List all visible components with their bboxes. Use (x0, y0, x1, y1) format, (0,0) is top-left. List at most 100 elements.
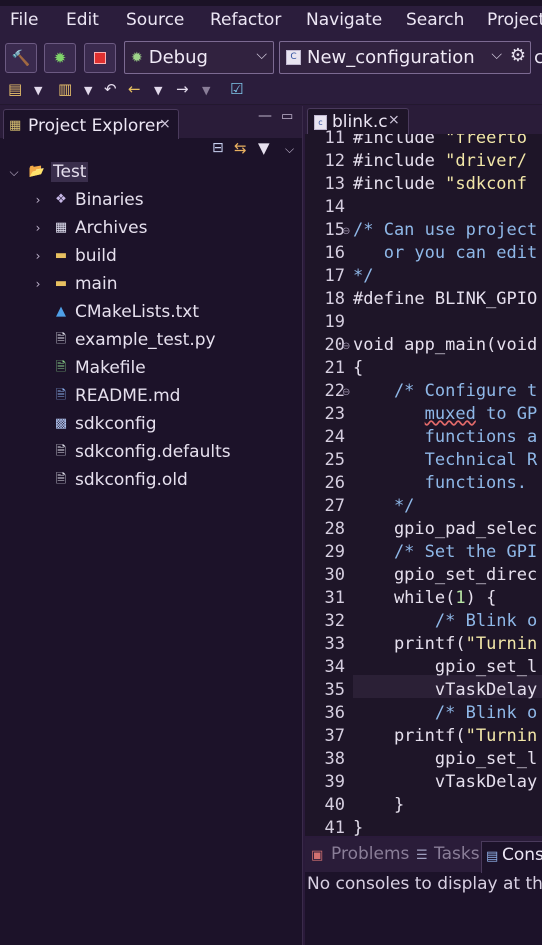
code-line: muxed to GP (424, 404, 538, 424)
fold-toggle-icon[interactable]: ⊖ (342, 387, 350, 398)
tree-project-test[interactable]: ⌵ 📂 Test (6, 159, 89, 185)
menu-edit[interactable]: Edit (66, 10, 99, 30)
chevron-down-icon[interactable]: ▼ (34, 84, 42, 97)
filter-icon[interactable]: ▼ (258, 139, 270, 157)
chevron-right-icon[interactable]: › (30, 249, 46, 263)
line-number: 41 (324, 818, 345, 838)
menu-source[interactable]: Source (126, 10, 184, 30)
project-folder-icon: 📂 (28, 164, 46, 179)
chevron-right-icon[interactable]: › (30, 193, 46, 207)
line-number: 20 (324, 335, 345, 355)
debug-button[interactable]: ✹ (44, 43, 76, 73)
menu-file[interactable]: File (10, 10, 38, 30)
code-line: */ (353, 266, 374, 286)
tree-item-label: Makefile (75, 358, 146, 378)
tree-item-label: sdkconfig.old (75, 470, 188, 490)
tree-item-archives[interactable]: › ▦ Archives (30, 215, 148, 241)
chevron-right-icon[interactable]: › (30, 277, 46, 291)
line-number: 26 (324, 473, 345, 493)
tree-item-sdkconfig[interactable]: ▩ sdkconfig (52, 411, 157, 437)
chevron-right-icon[interactable]: › (30, 221, 46, 235)
link-editor-icon[interactable]: ⇆ (234, 139, 247, 157)
code-editor[interactable]: c blink.c ⨯ 11 12 13 14 15 ⊖ 16 17 18 19 20 ⊖ 21 22 ⊖ 2… (305, 106, 542, 838)
archives-icon: ▦ (54, 220, 68, 235)
code-line: printf("Turnin (353, 634, 538, 654)
line-number: 24 (324, 427, 345, 447)
close-icon[interactable]: ⨯ (388, 112, 400, 128)
chevron-down-icon: ⌵ (256, 47, 267, 63)
menu-navigate[interactable]: Navigate (306, 10, 382, 30)
chevron-down-icon[interactable]: ▼ (202, 84, 210, 97)
code-line: gpio_set_l (353, 657, 538, 677)
close-icon[interactable]: ⨯ (159, 116, 171, 132)
tree-item-binaries[interactable]: › ❖ Binaries (30, 187, 144, 213)
tree-item-sdkconfig-old[interactable]: 🗎 sdkconfig.old (52, 467, 188, 493)
bottom-tab-bar: ▣ Problems ☰ Tasks ▤ Cons (305, 838, 542, 873)
launch-config-select[interactable]: C New_configuration ⌵ ⚙ (279, 41, 531, 74)
menu-search[interactable]: Search (406, 10, 464, 30)
maximize-icon[interactable]: ▭ (281, 109, 293, 124)
tasks-icon: ☰ (416, 848, 428, 863)
toggle-view-icon[interactable]: ☑ (230, 80, 243, 98)
code-line: printf("Turnin (353, 726, 538, 746)
minimize-icon[interactable]: — (258, 108, 272, 124)
view-menu-icon[interactable]: ⌵ (285, 142, 294, 157)
tree-item-label: build (75, 246, 117, 266)
stop-button[interactable] (84, 43, 116, 73)
tab-project-explorer[interactable]: ▦ Project Explorer ⨯ (3, 109, 179, 139)
back-arrow-icon[interactable]: ← (128, 80, 141, 98)
code-area[interactable]: #include "freerto #include "driver/ #inclu… (353, 134, 542, 836)
forward-arrow-icon[interactable]: → (176, 80, 189, 98)
code-line: /* Blink o (353, 703, 538, 723)
line-number: 35 (324, 680, 345, 700)
line-number: 23 (324, 404, 345, 424)
line-number: 19 (324, 312, 345, 332)
tree-item-cmakelists[interactable]: ▲ CMakeLists.txt (52, 299, 199, 325)
line-number: 25 (324, 450, 345, 470)
binaries-icon: ❖ (55, 192, 67, 207)
tree-item-example-test[interactable]: 🗎 example_test.py (52, 327, 216, 353)
problems-icon: ▣ (311, 848, 324, 863)
code-line: vTaskDelay (353, 680, 538, 700)
chevron-down-icon[interactable]: ⌵ (6, 165, 22, 180)
line-number: 18 (324, 289, 345, 309)
tree-item-main[interactable]: › ▬ main (30, 271, 118, 297)
collapse-all-icon[interactable]: ⊟ (212, 140, 224, 156)
code-line: */ (353, 496, 415, 516)
line-number: 16 (324, 243, 345, 263)
tree-item-makefile[interactable]: 🗎 Makefile (52, 355, 146, 381)
open-element-icon[interactable]: ▥ (58, 80, 72, 98)
code-line: or you can edit (353, 243, 538, 263)
code-line: gpio_set_direc (353, 565, 538, 585)
cmake-triangle-icon: ▲ (56, 304, 66, 319)
menu-project[interactable]: Project (487, 10, 542, 30)
tree-item-label: main (75, 274, 118, 294)
tree-item-label: sdkconfig (75, 414, 157, 434)
code-line: void app_main(void (353, 335, 538, 355)
tab-label: Project Explorer (28, 116, 163, 136)
build-button[interactable]: 🔨 (5, 43, 37, 73)
code-line: } (353, 795, 405, 815)
line-number: 33 (324, 634, 345, 654)
chevron-down-icon[interactable]: ▼ (154, 84, 162, 97)
launch-mode-select[interactable]: ✹ Debug ⌵ (124, 41, 274, 74)
new-project-icon[interactable]: ▤ (8, 80, 22, 98)
tree-item-sdkconfig-defaults[interactable]: 🗎 sdkconfig.defaults (52, 439, 231, 465)
main-toolbar: 🔨 ✹ ✹ Debug ⌵ C New_configuration ⌵ ⚙ c (0, 40, 542, 76)
tab-problems[interactable]: Problems (331, 844, 409, 864)
last-edit-icon[interactable]: ↶ (104, 80, 117, 98)
fold-toggle-icon[interactable]: ⊖ (342, 226, 350, 237)
fold-toggle-icon[interactable]: ⊖ (342, 341, 350, 352)
tree-item-readme[interactable]: 🗎 README.md (52, 383, 181, 409)
line-number: 30 (324, 565, 345, 585)
code-line: #include "freerto (353, 134, 528, 148)
tab-tasks[interactable]: Tasks (434, 844, 480, 864)
chevron-down-icon: ⌵ (491, 47, 502, 63)
chevron-down-icon[interactable]: ▼ (84, 84, 92, 97)
code-line: while(1) { (353, 588, 497, 608)
line-number: 27 (324, 496, 345, 516)
gear-icon[interactable]: ⚙ (510, 45, 526, 66)
tree-item-build[interactable]: › ▬ build (30, 243, 117, 269)
menu-refactor[interactable]: Refactor (210, 10, 281, 30)
tab-console[interactable]: ▤ Cons (481, 841, 542, 873)
